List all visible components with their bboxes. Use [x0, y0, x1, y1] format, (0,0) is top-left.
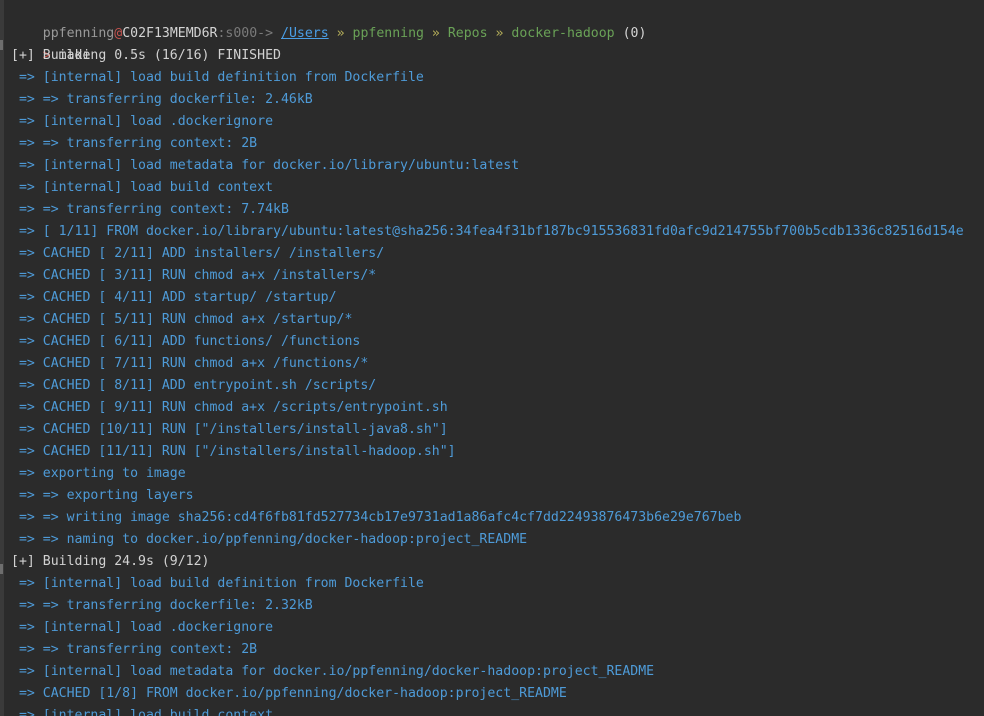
build-step-line: => [internal] load build context [11, 180, 274, 195]
build-step-line: => CACHED [ 8/11] ADD entrypoint.sh /scr… [11, 378, 377, 393]
gutter-marker [0, 40, 3, 50]
build-step-line: => CACHED [ 7/11] RUN chmod a+x /functio… [11, 356, 369, 371]
prompt-host: C02F13MEMD6R [122, 26, 218, 41]
build-step-line: => [internal] load build context [11, 708, 274, 716]
path-segment: ppfenning [352, 26, 424, 41]
build-step-line: => CACHED [1/8] FROM docker.io/ppfenning… [11, 686, 567, 701]
build-header-line: [+] Building 24.9s (9/12) [11, 554, 210, 569]
build-step-line: => CACHED [10/11] RUN ["/installers/inst… [11, 422, 448, 437]
gutter-marker [0, 564, 3, 574]
terminal-output[interactable]: ppfenning@C02F13MEMD6R:s000-> /Users » p… [11, 1, 981, 716]
build-step-line: => CACHED [ 6/11] ADD functions/ /functi… [11, 334, 361, 349]
build-step-line: => [internal] load .dockerignore [11, 620, 274, 635]
path-separator: » [431, 26, 440, 41]
build-step-line: => => writing image sha256:cd4f6fb81fd52… [11, 510, 742, 525]
build-step-line: => [internal] load build definition from… [11, 576, 424, 591]
build-step-line: => => transferring dockerfile: 2.46kB [11, 92, 313, 107]
path-separator: » [495, 26, 504, 41]
build-step-line: => [internal] load metadata for docker.i… [11, 158, 520, 173]
path-segment-users-link[interactable]: /Users [281, 26, 329, 41]
build-output: [+] Building 0.5s (16/16) FINISHED => [i… [11, 45, 981, 716]
build-step-line: => [internal] load .dockerignore [11, 114, 274, 129]
build-step-line: => CACHED [ 3/11] RUN chmod a+x /install… [11, 268, 377, 283]
build-step-line: => [ 1/11] FROM docker.io/library/ubuntu… [11, 224, 964, 239]
build-step-line: => => transferring context: 2B [11, 136, 258, 151]
build-step-line: => CACHED [ 2/11] ADD installers/ /insta… [11, 246, 385, 261]
build-step-line: => CACHED [ 9/11] RUN chmod a+x /scripts… [11, 400, 448, 415]
build-step-line: => CACHED [ 4/11] ADD startup/ /startup/ [11, 290, 337, 305]
build-step-line: => [internal] load build definition from… [11, 70, 424, 85]
build-step-line: => [internal] load metadata for docker.i… [11, 664, 655, 679]
build-step-line: => => transferring context: 2B [11, 642, 258, 657]
prompt-line: ppfenning@C02F13MEMD6R:s000-> /Users » p… [11, 1, 981, 41]
prompt-at: @ [114, 26, 123, 41]
build-step-line: => exporting to image [11, 466, 186, 481]
build-step-line: => => transferring context: 7.74kB [11, 202, 289, 217]
build-step-line: => => exporting layers [11, 488, 194, 503]
build-header-line: [+] Building 0.5s (16/16) FINISHED [11, 48, 281, 63]
build-step-line: => CACHED [ 5/11] RUN chmod a+x /startup… [11, 312, 353, 327]
terminal-gutter [0, 0, 4, 716]
build-step-line: => => transferring dockerfile: 2.32kB [11, 598, 313, 613]
build-step-line: => CACHED [11/11] RUN ["/installers/inst… [11, 444, 456, 459]
exit-status: (0) [622, 26, 647, 41]
build-step-line: => => naming to docker.io/ppfenning/dock… [11, 532, 528, 547]
prompt-session: :s000-> [217, 26, 274, 41]
path-separator: » [336, 26, 345, 41]
path-segment: docker-hadoop [511, 26, 615, 41]
prompt-user: ppfenning [42, 26, 115, 41]
path-segment: Repos [447, 26, 488, 41]
